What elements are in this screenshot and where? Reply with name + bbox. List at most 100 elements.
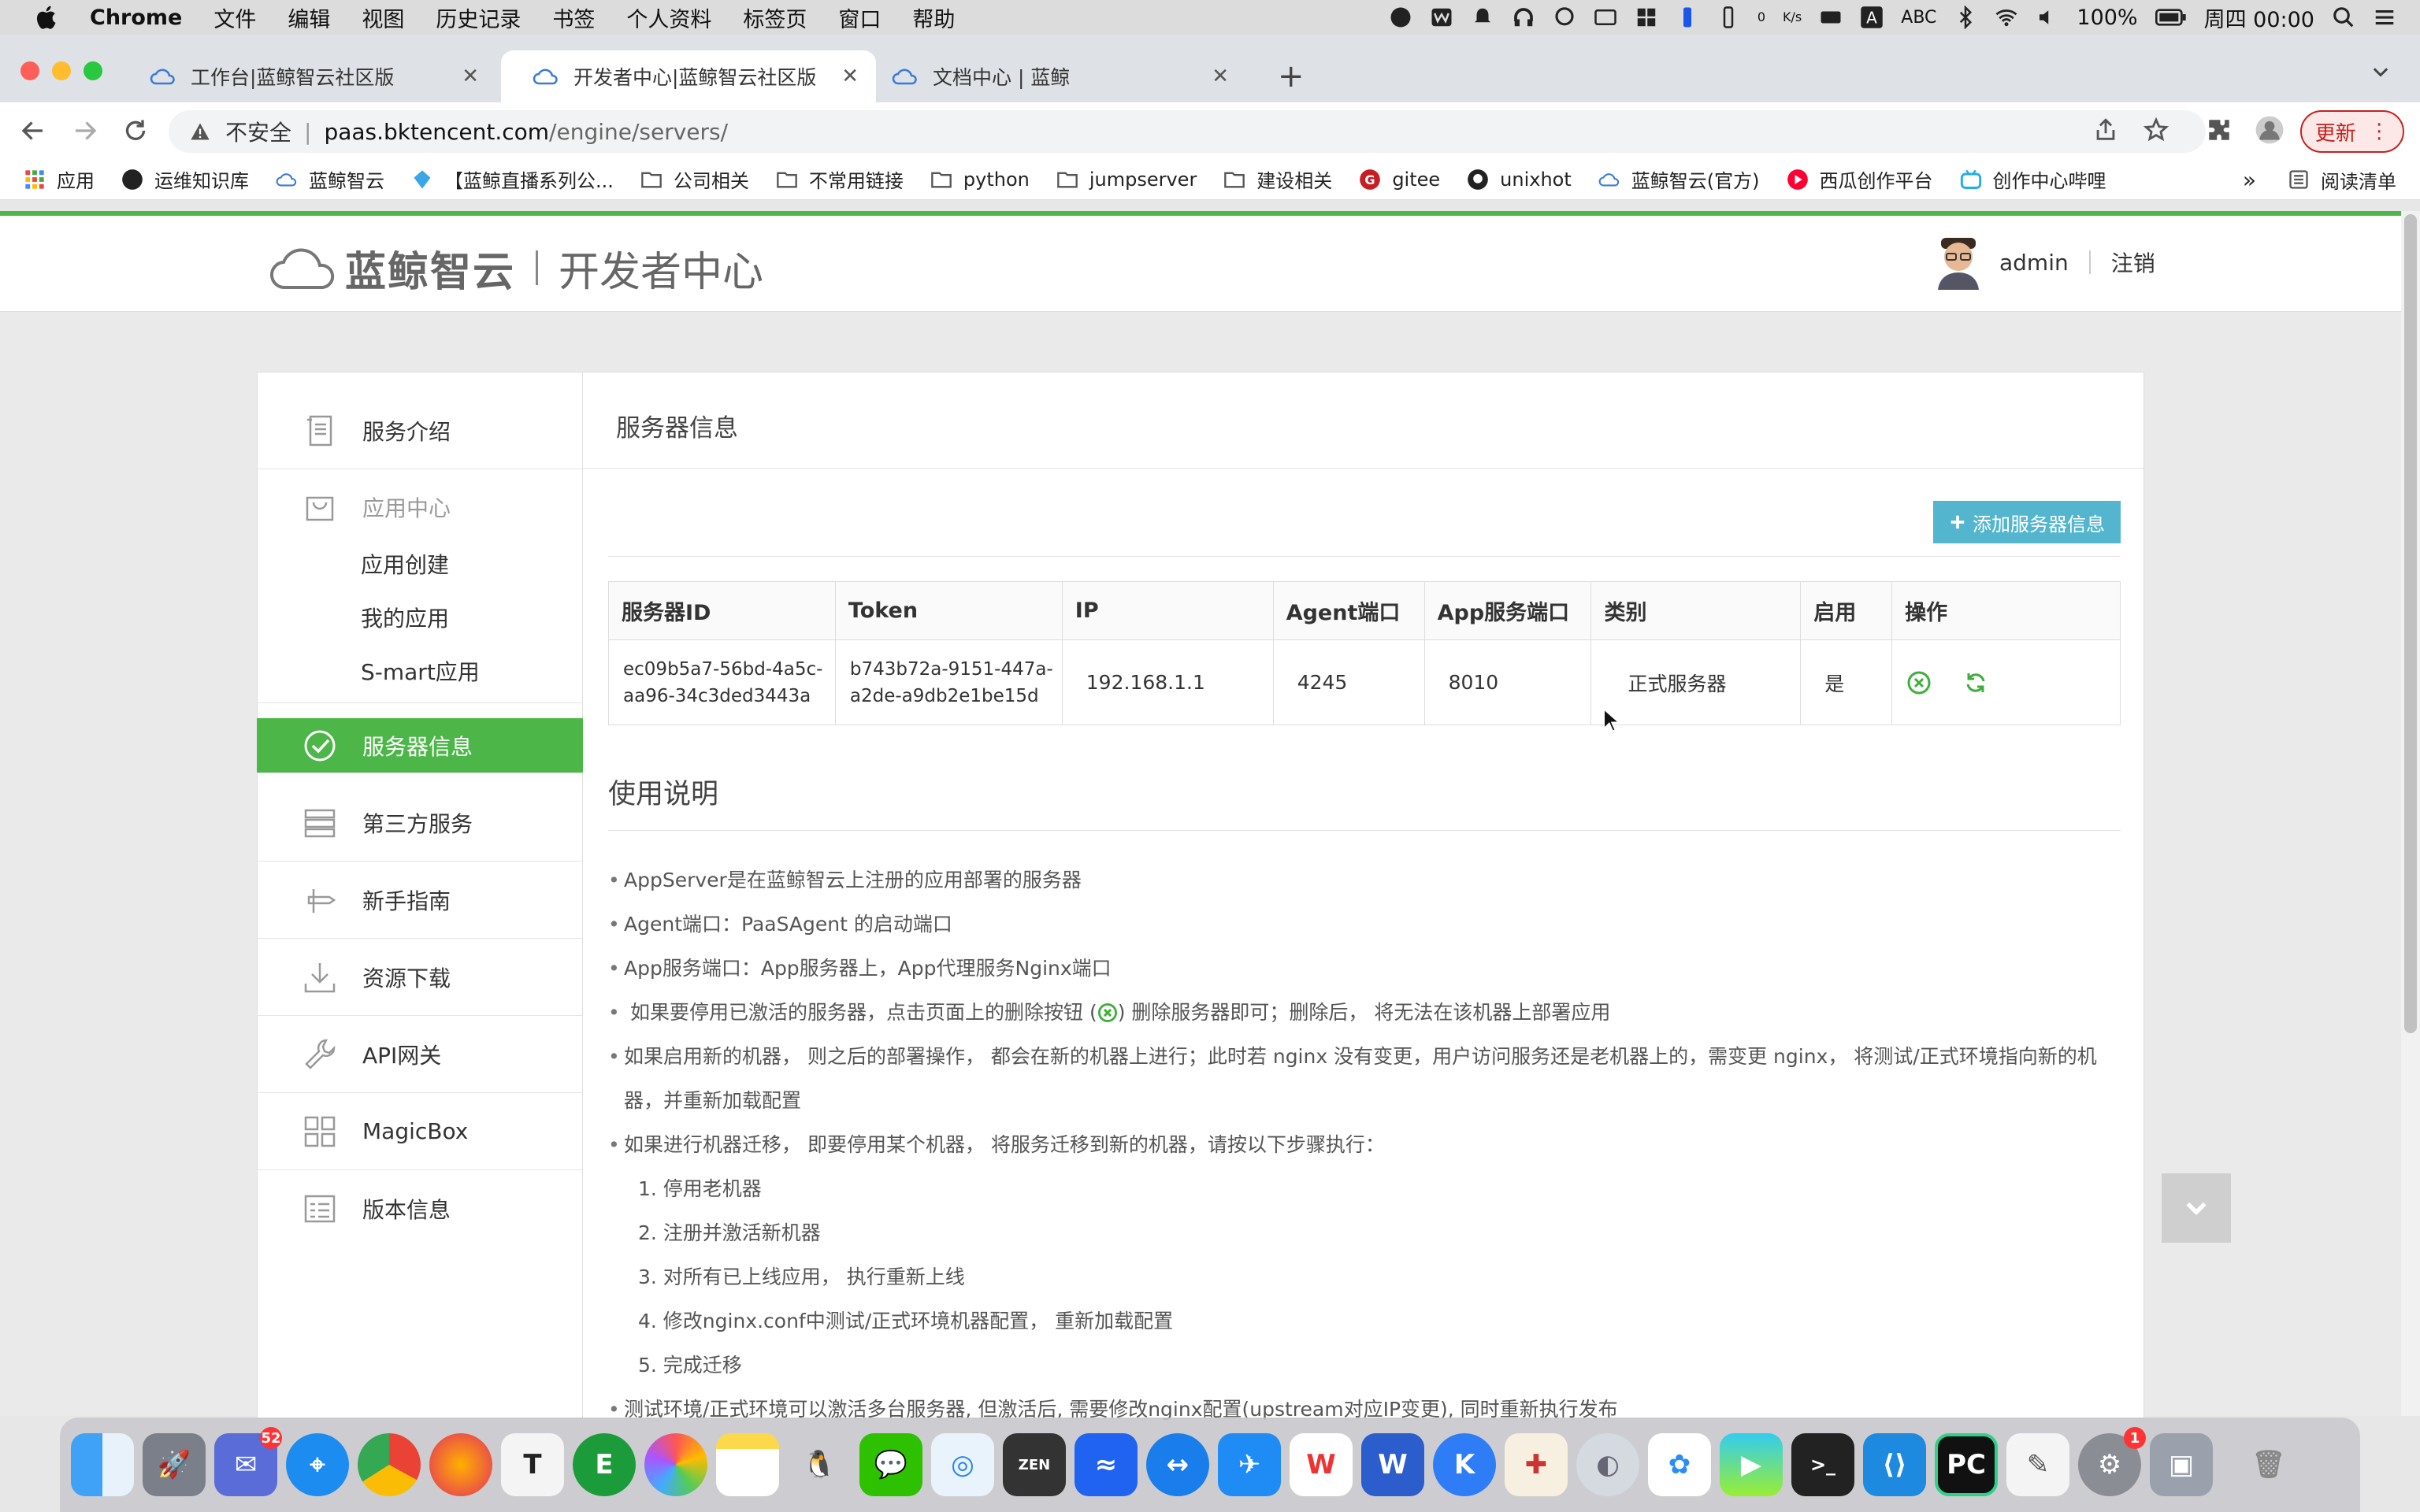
bookmark-jumpserver[interactable]: jumpserver bbox=[1056, 169, 1197, 191]
sidebar-item-server-info[interactable]: 服务器信息 bbox=[257, 718, 583, 773]
sidebar-item-my-apps[interactable]: 我的应用 bbox=[361, 602, 449, 633]
textedit-icon[interactable]: ✎ bbox=[2006, 1433, 2069, 1496]
preview-icon[interactable]: ▣ bbox=[2150, 1433, 2213, 1496]
font-a-icon[interactable]: A bbox=[1860, 6, 1884, 29]
window-zoom-button[interactable] bbox=[84, 61, 102, 80]
word-icon[interactable]: W bbox=[1361, 1433, 1424, 1496]
control-center-icon[interactable] bbox=[2373, 6, 2396, 29]
bookmark-gitee[interactable]: G gitee bbox=[1359, 169, 1440, 191]
sidebar-item-version-info[interactable]: 版本信息 bbox=[257, 1170, 583, 1247]
typora-icon[interactable]: T bbox=[501, 1433, 564, 1496]
menu-tabs[interactable]: 标签页 bbox=[743, 2, 807, 33]
trash-icon[interactable]: 🗑 bbox=[2237, 1433, 2300, 1496]
bookmark-ops-kb[interactable]: 运维知识库 bbox=[121, 165, 249, 193]
sidebar-item-magicbox[interactable]: MagicBox bbox=[257, 1093, 583, 1170]
window-close-button[interactable] bbox=[20, 61, 39, 80]
cpu-bar-icon[interactable] bbox=[1717, 6, 1740, 29]
firefox-icon[interactable] bbox=[429, 1433, 492, 1496]
qq-icon[interactable]: 🐧 bbox=[788, 1433, 851, 1496]
menu-view[interactable]: 视图 bbox=[362, 2, 404, 33]
window-minimize-button[interactable] bbox=[52, 61, 71, 80]
kdocs-icon[interactable]: K bbox=[1433, 1433, 1496, 1496]
evernote-icon[interactable]: E bbox=[573, 1433, 636, 1496]
clock[interactable]: 周四 00:00 bbox=[2204, 2, 2314, 33]
username[interactable]: admin bbox=[1999, 250, 2069, 276]
wps-icon[interactable]: W bbox=[1290, 1433, 1353, 1496]
menu-file[interactable]: 文件 bbox=[213, 2, 256, 33]
warning-triangle-icon[interactable] bbox=[189, 120, 211, 143]
bookmark-bk-official[interactable]: 蓝鲸智云(官方) bbox=[1598, 165, 1760, 193]
close-tab-icon[interactable]: ✕ bbox=[462, 65, 479, 88]
wps-status-icon[interactable] bbox=[1430, 6, 1453, 29]
reload-icon[interactable] bbox=[121, 117, 150, 145]
back-arrow-icon[interactable] bbox=[19, 117, 47, 145]
apple-icon[interactable] bbox=[33, 3, 61, 32]
site-logo[interactable]: 蓝鲸智云 开发者中心 bbox=[268, 236, 763, 299]
bookmark-apps[interactable]: 应用 bbox=[24, 165, 95, 193]
wechat-icon[interactable]: 💬 bbox=[859, 1433, 922, 1496]
bookmark-rare-links[interactable]: 不常用链接 bbox=[776, 165, 904, 193]
sidebar-item-downloads[interactable]: 资源下载 bbox=[257, 939, 583, 1016]
extensions-puzzle-icon[interactable] bbox=[2206, 117, 2233, 143]
bluetooth-icon[interactable] bbox=[1954, 6, 1977, 29]
dingtalk-chat-icon[interactable]: ◎ bbox=[931, 1433, 994, 1496]
close-tab-icon[interactable]: ✕ bbox=[841, 65, 859, 88]
wifi-icon[interactable] bbox=[1995, 6, 2018, 29]
vscode-icon[interactable]: ⟨⟩ bbox=[1863, 1433, 1926, 1496]
sidebar-item-app-create[interactable]: 应用创建 bbox=[361, 548, 449, 580]
new-tab-button[interactable]: + bbox=[1278, 58, 1305, 94]
headphones-icon[interactable] bbox=[1512, 6, 1535, 29]
menu-window[interactable]: 窗口 bbox=[838, 2, 881, 33]
hard-drive-icon[interactable] bbox=[1819, 6, 1843, 29]
menu-bookmarks[interactable]: 书签 bbox=[552, 2, 595, 33]
layout-icon[interactable] bbox=[1635, 6, 1658, 29]
menu-edit[interactable]: 编辑 bbox=[288, 2, 330, 33]
profile-avatar-icon[interactable] bbox=[2255, 115, 2285, 145]
chat-bubble-icon[interactable] bbox=[1553, 6, 1576, 29]
safari-icon[interactable]: ⌖ bbox=[286, 1433, 349, 1496]
bookmark-company[interactable]: 公司相关 bbox=[640, 165, 749, 193]
finder-icon[interactable] bbox=[71, 1433, 134, 1496]
memory-bar-icon[interactable] bbox=[1676, 6, 1699, 29]
close-tab-icon[interactable]: ✕ bbox=[1212, 65, 1229, 88]
terminal-icon[interactable]: >_ bbox=[1791, 1433, 1854, 1496]
sidebar-item-api-gateway[interactable]: API网关 bbox=[257, 1016, 583, 1093]
sidebar-item-service-intro[interactable]: 服务介绍 bbox=[257, 392, 583, 469]
logout-link[interactable]: 注销 bbox=[2111, 246, 2155, 278]
battery-icon[interactable] bbox=[2155, 6, 2187, 29]
bookmark-python[interactable]: python bbox=[930, 169, 1030, 191]
reading-list-label[interactable]: 阅读清单 bbox=[2321, 166, 2396, 194]
menu-history[interactable]: 历史记录 bbox=[436, 2, 521, 33]
share-icon[interactable] bbox=[2092, 117, 2119, 143]
tab-developer-center[interactable]: 开发者中心|蓝鲸智云社区版 ✕ bbox=[501, 50, 876, 102]
page-scrollbar[interactable] bbox=[2401, 211, 2420, 1416]
scroll-down-button[interactable] bbox=[2162, 1173, 2231, 1243]
menu-app-name[interactable]: Chrome bbox=[90, 6, 182, 30]
bookmark-construction[interactable]: 建设相关 bbox=[1223, 165, 1332, 193]
reading-list-icon[interactable] bbox=[2288, 169, 2310, 191]
todo-list-icon[interactable]: ✚ bbox=[1505, 1433, 1568, 1496]
lark-icon[interactable]: ≈ bbox=[1075, 1433, 1138, 1496]
mail-icon[interactable]: ✉ 52 bbox=[214, 1427, 282, 1496]
sidebar-item-third-party[interactable]: 第三方服务 bbox=[257, 784, 583, 862]
tab-workbench[interactable]: 工作台|蓝鲸智云社区版 ✕ bbox=[118, 50, 496, 102]
chevron-down-icon[interactable] bbox=[2370, 61, 2392, 83]
bookmark-bk-live[interactable]: 【蓝鲸直播系列公... bbox=[411, 165, 614, 193]
disk-utility-icon[interactable]: ◐ bbox=[1576, 1433, 1639, 1496]
system-preferences-icon[interactable]: ⚙ 1 bbox=[2078, 1427, 2146, 1496]
screen-record-icon[interactable] bbox=[1594, 6, 1617, 29]
volume-icon[interactable] bbox=[2036, 6, 2059, 29]
user-avatar[interactable] bbox=[1933, 235, 1984, 290]
infuse-player-icon[interactable]: ▶ bbox=[1720, 1433, 1783, 1496]
tab-docs-center[interactable]: 文档中心 | 蓝鲸 ✕ bbox=[860, 50, 1246, 102]
launchpad-icon[interactable]: 🚀 bbox=[143, 1433, 206, 1496]
add-server-button[interactable]: 添加服务器信息 bbox=[1933, 501, 2121, 543]
zentermlite-icon[interactable]: ZEN bbox=[1003, 1433, 1066, 1496]
bookmark-star-icon[interactable] bbox=[2143, 117, 2169, 143]
sidebar-item-beginner-guide[interactable]: 新手指南 bbox=[257, 862, 583, 939]
spotlight-search-icon[interactable] bbox=[2332, 6, 2355, 29]
address-bar[interactable]: 不安全 | paas.bktencent.com/engine/servers/ bbox=[169, 110, 2206, 153]
refresh-icon[interactable] bbox=[1963, 670, 1988, 695]
scrollbar-thumb[interactable] bbox=[2404, 214, 2417, 1033]
menu-help[interactable]: 帮助 bbox=[912, 2, 955, 33]
